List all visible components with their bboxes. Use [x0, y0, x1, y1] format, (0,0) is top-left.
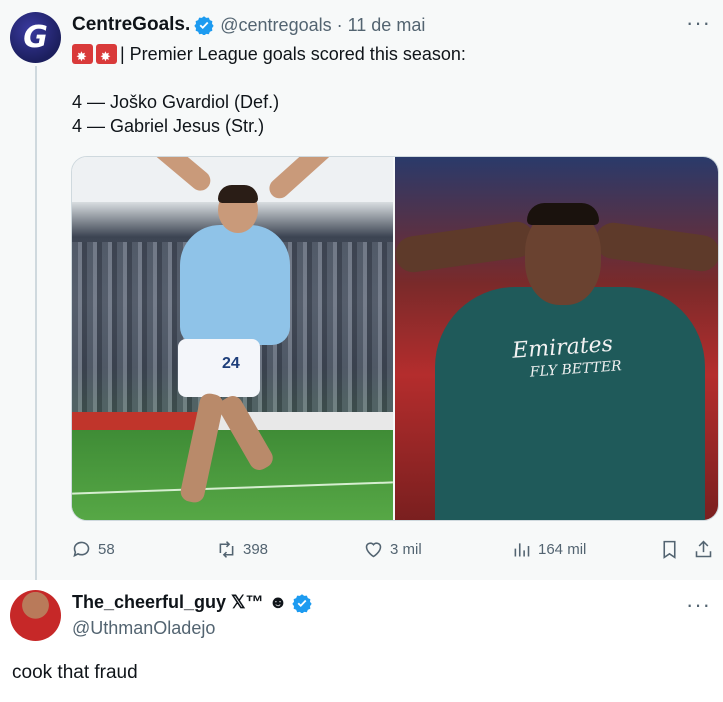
tweet-date[interactable]: 11 de mai: [348, 15, 426, 36]
reply-count: 58: [98, 540, 115, 558]
tweet-text: | Premier League goals scored this seaso…: [72, 42, 466, 138]
avatar[interactable]: [10, 590, 61, 641]
reply-tweet[interactable]: The_cheerful_guy 𝕏™ ☻ @UthmanOladejo ···…: [0, 580, 723, 702]
reply-icon: [73, 541, 90, 557]
share-icon: [695, 540, 712, 557]
avatar[interactable]: G: [10, 12, 61, 63]
share-button[interactable]: [693, 539, 720, 560]
tweet-actions: 58 398 3 mil 164 mil: [71, 538, 719, 560]
shirt-number: 24: [222, 355, 240, 372]
analytics-icon: [514, 542, 530, 556]
tweet-line-2: 4 — Joško Gvardiol (Def.): [72, 92, 280, 112]
more-options-icon[interactable]: ···: [686, 592, 711, 618]
verified-badge-icon: [194, 16, 214, 35]
verified-badge-icon: [291, 593, 312, 613]
like-button[interactable]: 3 mil: [363, 539, 422, 560]
reply-author-name[interactable]: The_cheerful_guy 𝕏™ ☻: [72, 592, 288, 613]
heart-icon: [365, 541, 382, 557]
separator-dot: ·: [336, 14, 343, 35]
retweet-count: 398: [243, 540, 269, 558]
views-count: 164 mil: [538, 540, 587, 558]
like-count: 3 mil: [390, 540, 422, 558]
tweet-header: CentreGoals. @centregoals · 11 de mai: [72, 14, 425, 36]
shirt-sponsor: Emirates FLY BETTER: [511, 331, 623, 381]
siren-icon: [72, 44, 93, 69]
tweet-line-3: 4 — Gabriel Jesus (Str.): [72, 116, 265, 136]
retweet-button[interactable]: 398: [216, 539, 268, 560]
reply-button[interactable]: 58: [71, 539, 115, 560]
more-options-icon[interactable]: ···: [686, 10, 711, 36]
thread-line: [35, 66, 37, 586]
author-name[interactable]: CentreGoals.: [72, 14, 190, 36]
reply-text: cook that fraud: [12, 662, 138, 683]
reply-header: The_cheerful_guy 𝕏™ ☻: [72, 592, 312, 613]
author-handle[interactable]: @centregoals: [220, 15, 331, 36]
photo-jesus[interactable]: Emirates FLY BETTER: [395, 157, 718, 520]
bookmark-button[interactable]: [659, 539, 686, 560]
views-button[interactable]: 164 mil: [511, 539, 586, 560]
siren-icon: [96, 44, 117, 69]
avatar-letter: G: [23, 20, 48, 55]
retweet-icon: [219, 540, 234, 558]
main-tweet[interactable]: G CentreGoals. @centregoals · 11 de mai …: [0, 0, 723, 586]
tweet-line-1: | Premier League goals scored this seaso…: [120, 44, 466, 64]
tweet-media[interactable]: 24 Emirates FLY BETTER: [71, 156, 719, 521]
photo-gvardiol[interactable]: 24: [72, 157, 393, 520]
reply-author-handle[interactable]: @UthmanOladejo: [72, 618, 215, 639]
bookmark-icon: [663, 540, 676, 559]
